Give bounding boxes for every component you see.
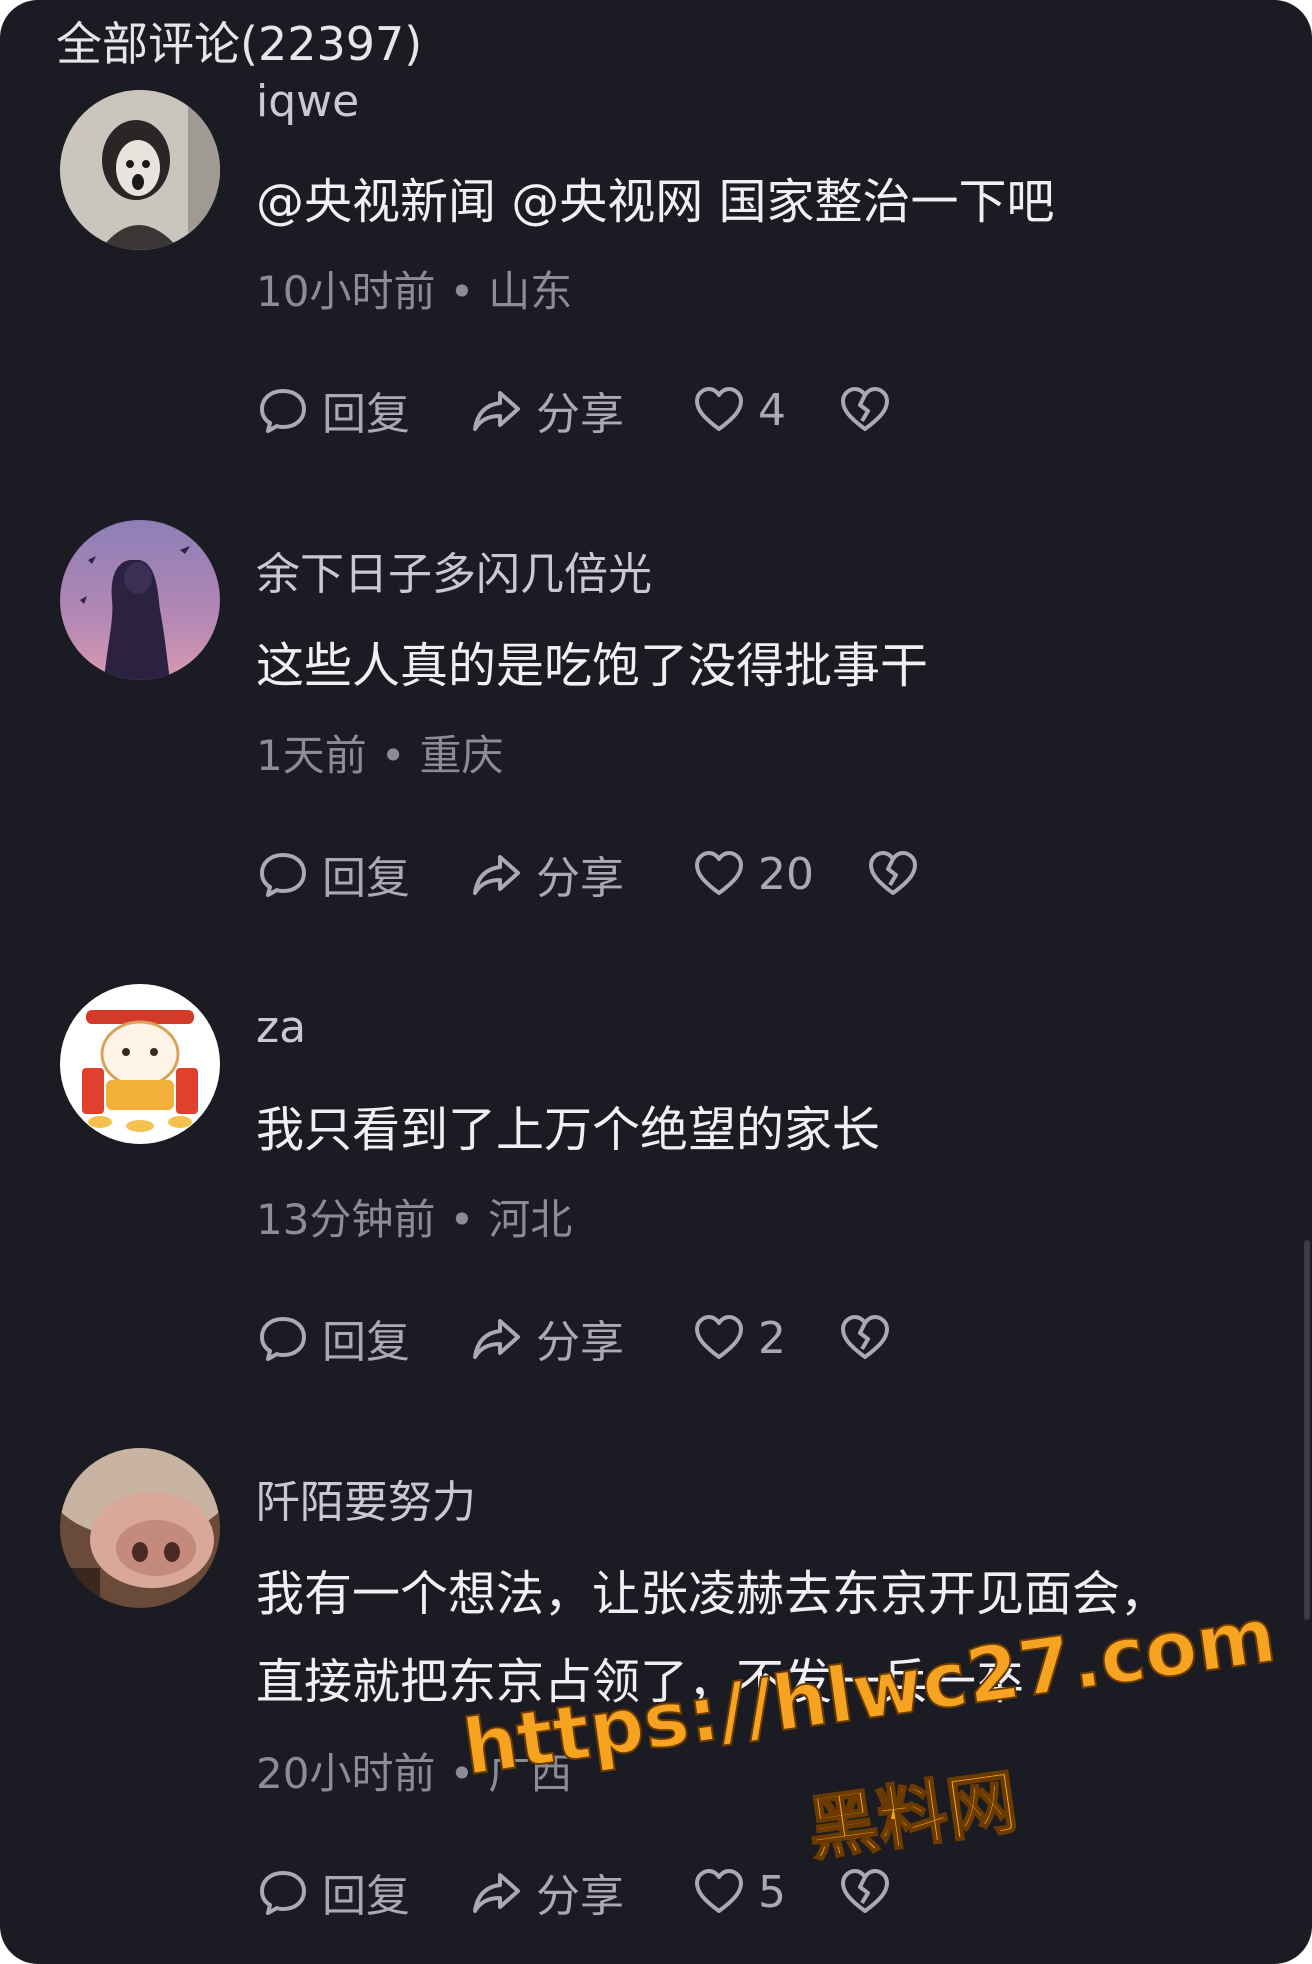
like-count: 4	[758, 384, 786, 436]
comment-meta: 13分钟前 • 河北	[256, 1186, 572, 1247]
share-arrow-icon	[473, 391, 520, 431]
user-avatar[interactable]	[60, 1448, 220, 1608]
share-arrow-icon	[473, 1319, 520, 1359]
user-avatar[interactable]	[60, 520, 220, 680]
share-label: 分享	[536, 1871, 624, 1922]
comment-content-line: 我有一个想法，让张凌赫去东京开见面会，	[256, 1566, 1169, 1622]
comment-location: 河北	[488, 1195, 573, 1244]
share-arrow-icon	[473, 855, 520, 895]
meta-separator: •	[449, 1749, 475, 1798]
broken-heart-icon	[841, 1869, 889, 1913]
heart-outline-icon	[695, 1315, 743, 1359]
comment-time: 20小时前	[256, 1749, 436, 1798]
comment-time: 1天前	[256, 731, 367, 780]
comment-content: 这些人真的是吃饱了没得批事干	[256, 622, 928, 710]
reply-label: 回复	[322, 1871, 410, 1922]
dislike-button[interactable]	[838, 383, 892, 437]
comment-content: 我只看到了上万个绝望的家长	[256, 1086, 880, 1174]
comments-panel: 全部评论(22397) iqwe @央视新闻 @央视网 国家整治一下吧 10小时…	[0, 0, 1312, 1964]
comment-content-line: 这些人真的是吃饱了没得批事干	[256, 638, 929, 694]
share-button[interactable]: 分享	[470, 842, 692, 906]
share-label: 分享	[536, 1317, 624, 1368]
meta-separator: •	[449, 267, 475, 316]
meta-separator: •	[380, 731, 406, 780]
comment-content-line: @央视新闻 @央视网 国家整治一下吧	[256, 174, 1055, 230]
scrollbar[interactable]	[1304, 1240, 1310, 1620]
speech-bubble-icon	[260, 1871, 306, 1915]
comment-username[interactable]: iqwe	[256, 76, 359, 127]
broken-heart-icon	[841, 387, 889, 431]
speech-bubble-icon	[260, 389, 306, 433]
comments-header-title: 全部评论(22397)	[56, 17, 423, 71]
like-button[interactable]: 4	[692, 383, 786, 437]
meta-separator: •	[449, 1195, 475, 1244]
share-label: 分享	[536, 853, 624, 904]
user-avatar[interactable]	[60, 984, 220, 1144]
dislike-button[interactable]	[838, 1865, 892, 1919]
comment-meta: 1天前 • 重庆	[256, 722, 504, 783]
share-arrow-icon	[473, 1873, 520, 1913]
comment-content-line: 直接就把东京占领了，不发一兵一卒	[256, 1654, 1025, 1710]
avatar-image	[60, 1448, 220, 1608]
like-count: 5	[758, 1866, 786, 1918]
reply-button[interactable]: 回复	[256, 378, 470, 442]
like-count: 2	[758, 1312, 786, 1364]
reply-button[interactable]: 回复	[256, 1860, 470, 1924]
comment-location: 重庆	[419, 731, 504, 780]
reply-label: 回复	[322, 1317, 410, 1368]
avatar-image	[60, 984, 220, 1144]
reply-label: 回复	[322, 853, 410, 904]
heart-outline-icon	[695, 387, 743, 431]
like-button[interactable]: 20	[692, 847, 814, 901]
comment-content-line: 我只看到了上万个绝望的家长	[256, 1102, 881, 1158]
broken-heart-icon	[841, 1315, 889, 1359]
comment-username[interactable]: 阡陌要努力	[256, 1466, 476, 1530]
broken-heart-icon	[869, 851, 917, 895]
avatar-image	[60, 90, 220, 250]
avatar-image	[60, 520, 220, 680]
comment-meta: 10小时前 • 山东	[256, 258, 572, 319]
comment-actions: 回复 分享 5	[256, 1860, 892, 1924]
reply-button[interactable]: 回复	[256, 1306, 470, 1370]
comment-username[interactable]: 余下日子多闪几倍光	[256, 538, 652, 602]
comment-username[interactable]: za	[256, 1002, 306, 1053]
speech-bubble-icon	[260, 1317, 306, 1361]
comment-time: 10小时前	[256, 267, 436, 316]
watermark-site-name: 黑料网	[802, 1760, 1023, 1872]
comment-actions: 回复 分享 20	[256, 842, 920, 906]
like-button[interactable]: 2	[692, 1311, 786, 1365]
share-label: 分享	[536, 389, 624, 440]
comment-meta: 20小时前 • 广西	[256, 1740, 572, 1801]
dislike-button[interactable]	[866, 847, 920, 901]
share-button[interactable]: 分享	[470, 1860, 692, 1924]
comment-time: 13分钟前	[256, 1195, 436, 1244]
comment-content: 我有一个想法，让张凌赫去东京开见面会， 直接就把东京占领了，不发一兵一卒	[256, 1550, 1168, 1726]
dislike-button[interactable]	[838, 1311, 892, 1365]
comment-location: 山东	[488, 267, 573, 316]
heart-outline-icon	[695, 1869, 743, 1913]
like-count: 20	[758, 848, 814, 900]
comment-location: 广西	[488, 1749, 573, 1798]
comment-actions: 回复 分享 4	[256, 378, 892, 442]
reply-label: 回复	[322, 389, 410, 440]
speech-bubble-icon	[260, 853, 306, 897]
reply-button[interactable]: 回复	[256, 842, 470, 906]
heart-outline-icon	[695, 851, 743, 895]
comment-actions: 回复 分享 2	[256, 1306, 892, 1370]
share-button[interactable]: 分享	[470, 378, 692, 442]
comment-content: @央视新闻 @央视网 国家整治一下吧	[256, 158, 1055, 246]
like-button[interactable]: 5	[692, 1865, 786, 1919]
share-button[interactable]: 分享	[470, 1306, 692, 1370]
user-avatar[interactable]	[60, 90, 220, 250]
